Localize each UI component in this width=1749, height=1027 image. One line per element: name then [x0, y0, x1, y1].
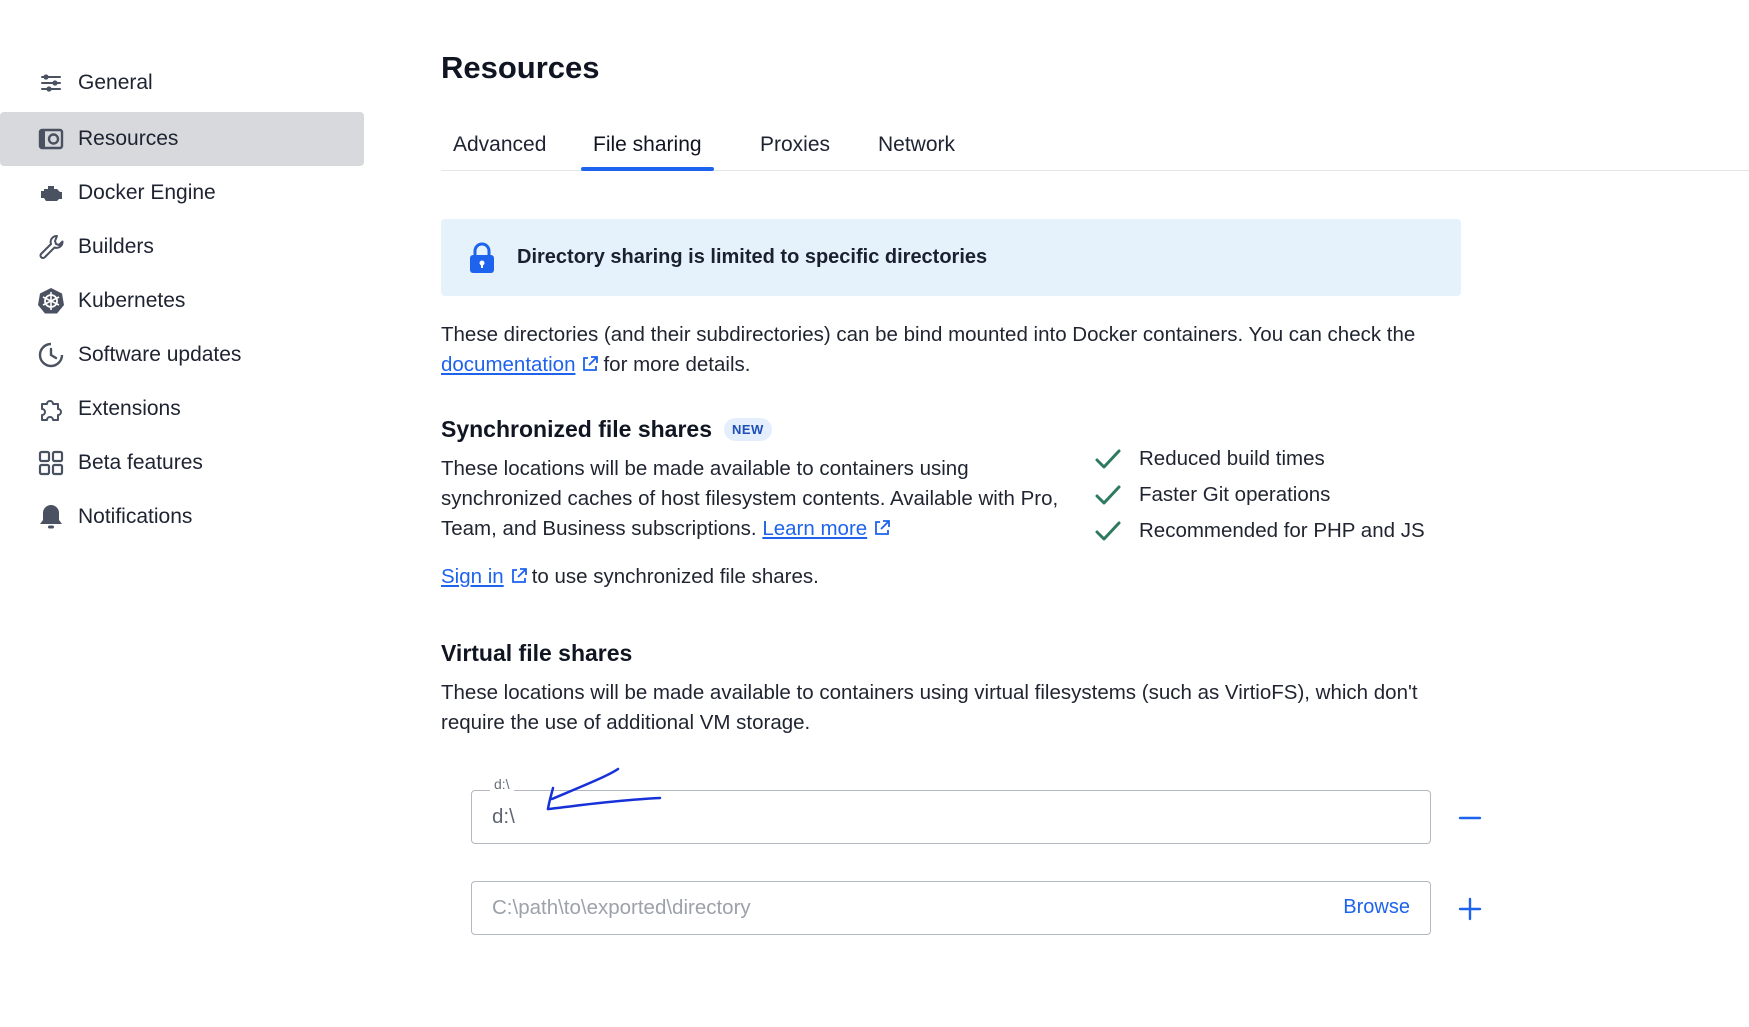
external-link-icon — [875, 520, 891, 535]
sidebar-item-label: Beta features — [78, 451, 203, 474]
tab-label: File sharing — [593, 133, 702, 156]
field-placeholder: C:\path\to\exported\directory — [492, 896, 751, 919]
clock-update-icon — [34, 338, 68, 372]
add-directory-button[interactable] — [1455, 894, 1485, 924]
sidebar-item-label: Notifications — [78, 505, 193, 528]
sidebar-item-label: Software updates — [78, 343, 242, 366]
sign-in-link[interactable]: Sign in — [441, 565, 504, 588]
sidebar-item-extensions[interactable]: Extensions — [0, 382, 181, 436]
intro-text: These directories (and their subdirector… — [441, 320, 1461, 380]
lock-icon — [470, 242, 494, 273]
browse-button[interactable]: Browse — [1343, 896, 1410, 919]
sidebar-item-notifications[interactable]: Notifications — [0, 490, 192, 544]
intro-text-before: These directories (and their subdirector… — [441, 323, 1416, 346]
settings-window: General Resources Docker Engine Builders — [0, 0, 1749, 1027]
tab-proxies[interactable]: Proxies — [748, 133, 842, 170]
checkmark-icon — [1095, 485, 1121, 505]
sync-description: These locations will be made available t… — [441, 454, 1071, 544]
helm-wheel-icon — [34, 284, 68, 318]
tab-label: Proxies — [760, 133, 831, 156]
puzzle-icon — [34, 392, 68, 426]
active-tab-indicator — [581, 167, 714, 171]
tab-label: Network — [878, 133, 956, 156]
sync-section-title: Synchronized file shares NEW — [441, 416, 772, 443]
sidebar-item-label: General — [78, 71, 153, 94]
feature-item: Recommended for PHP and JS — [1093, 513, 1425, 549]
checkmark-icon — [1095, 449, 1121, 469]
tab-advanced[interactable]: Advanced — [441, 133, 558, 170]
sidebar-item-label: Kubernetes — [78, 289, 186, 312]
sidebar-item-resources[interactable]: Resources — [0, 112, 364, 166]
sidebar-item-label: Docker Engine — [78, 181, 216, 204]
sidebar-item-label: Extensions — [78, 397, 181, 420]
field-value: d:\ — [492, 805, 515, 828]
tab-bar: Advanced File sharing Proxies Network — [441, 120, 1749, 171]
feature-label: Recommended for PHP and JS — [1139, 519, 1425, 542]
virtual-section-title: Virtual file shares — [441, 640, 633, 666]
sliders-icon — [34, 66, 68, 100]
intro-text-after: for more details. — [603, 353, 751, 376]
checkmark-icon — [1095, 521, 1121, 541]
sign-in-row: Sign in to use synchronized file shares. — [441, 562, 819, 592]
sidebar-item-software-updates[interactable]: Software updates — [0, 328, 241, 382]
engine-icon — [34, 176, 68, 210]
documentation-link[interactable]: documentation — [441, 353, 575, 376]
sidebar-item-kubernetes[interactable]: Kubernetes — [0, 274, 185, 328]
feature-item: Reduced build times — [1093, 441, 1425, 477]
info-banner: Directory sharing is limited to specific… — [441, 219, 1461, 296]
new-directory-input[interactable]: C:\path\to\exported\directory Browse — [471, 881, 1431, 935]
sidebar-item-label: Builders — [78, 235, 154, 258]
sidebar-item-docker-engine[interactable]: Docker Engine — [0, 166, 216, 220]
tab-file-sharing[interactable]: File sharing — [581, 133, 714, 171]
sidebar-item-beta-features[interactable]: Beta features — [0, 436, 203, 490]
remove-directory-button[interactable] — [1455, 803, 1485, 833]
field-label: d:\ — [490, 776, 514, 792]
new-badge: NEW — [723, 418, 772, 441]
bell-icon — [34, 500, 68, 534]
sidebar-item-general[interactable]: General — [0, 56, 153, 110]
feature-item: Faster Git operations — [1093, 477, 1425, 513]
banner-text: Directory sharing is limited to specific… — [517, 246, 988, 268]
external-link-icon — [511, 568, 527, 583]
tab-network[interactable]: Network — [866, 133, 967, 170]
section-title-text: Synchronized file shares — [441, 416, 712, 442]
sync-features-list: Reduced build times Faster Git operation… — [1093, 441, 1425, 549]
grid-icon — [34, 446, 68, 480]
external-link-icon — [583, 356, 599, 371]
virtual-description: These locations will be made available t… — [441, 681, 1418, 734]
feature-label: Faster Git operations — [1139, 483, 1331, 506]
sign-in-text: to use synchronized file shares. — [531, 565, 819, 588]
learn-more-link[interactable]: Learn more — [762, 517, 867, 540]
sidebar-item-label: Resources — [78, 127, 179, 150]
sync-description-text: These locations will be made available t… — [441, 457, 1059, 540]
page-title: Resources — [441, 50, 600, 85]
tab-label: Advanced — [453, 133, 547, 156]
wrench-icon — [34, 230, 68, 264]
resources-icon — [34, 122, 68, 156]
feature-label: Reduced build times — [1139, 447, 1325, 470]
sidebar-item-builders[interactable]: Builders — [0, 220, 154, 274]
hand-drawn-arrow-annotation — [546, 767, 662, 811]
